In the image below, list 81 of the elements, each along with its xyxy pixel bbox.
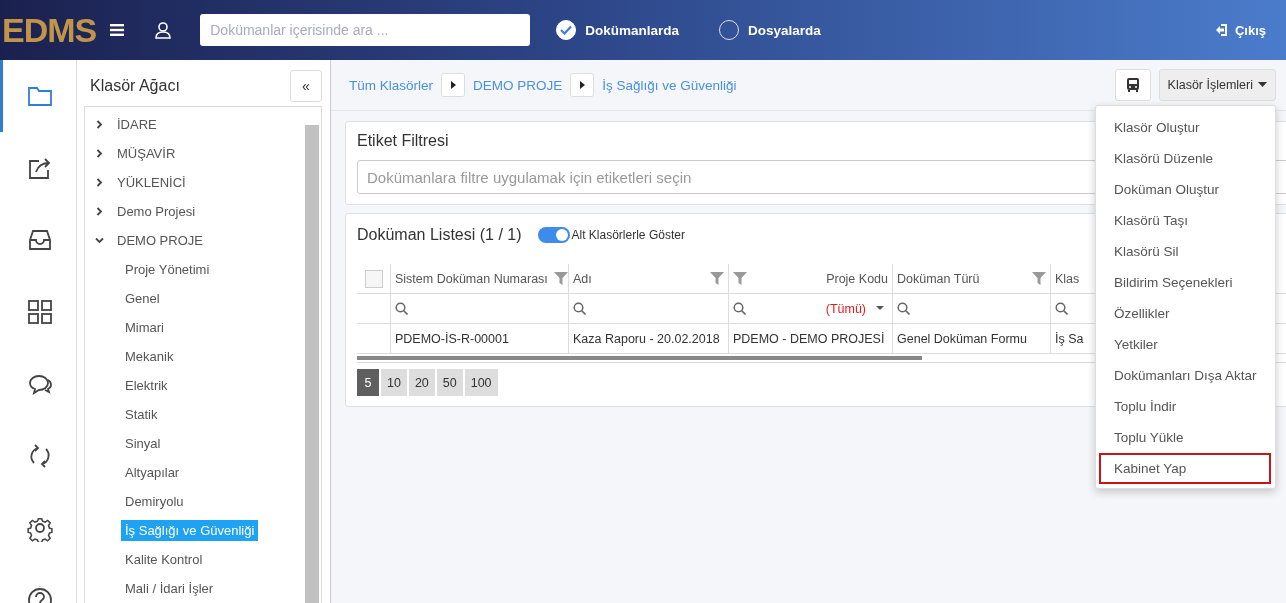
tree-item[interactable]: Proje Yönetimi — [121, 259, 214, 280]
menu-item[interactable]: Kabinet Yap — [1099, 453, 1271, 484]
table-cell: İş Sa — [1055, 331, 1084, 346]
table-cell: Kaza Raporu - 20.02.2018 — [573, 331, 720, 346]
tree-item[interactable]: Mekanik — [121, 346, 178, 367]
filter-value[interactable]: (Tümü) — [825, 301, 866, 316]
page-size-button[interactable]: 10 — [381, 369, 407, 396]
logout-icon — [1215, 24, 1229, 36]
tree-item[interactable]: Statik — [121, 404, 162, 425]
search-icon[interactable] — [573, 302, 586, 315]
chevron-right-icon[interactable] — [95, 178, 104, 187]
chevron-right-icon[interactable] — [95, 120, 104, 129]
tree-item[interactable]: Demiryolu — [121, 491, 188, 512]
caret-down-icon[interactable] — [876, 306, 884, 311]
toggle-switch[interactable] — [537, 227, 570, 243]
menu-item[interactable]: Özellikler — [1099, 298, 1271, 329]
tree-item[interactable]: Sinyal — [121, 433, 165, 454]
caret-right-icon — [441, 73, 466, 97]
column-header[interactable]: Doküman Türü — [897, 271, 1026, 286]
table-cell: Genel Doküman Formu — [897, 331, 1027, 346]
search-field[interactable]: Dokümanlar içerisinde ara ... — [200, 14, 531, 46]
page-size-button[interactable]: 20 — [408, 369, 435, 396]
menu-icon[interactable] — [110, 24, 125, 36]
user-icon[interactable] — [154, 21, 173, 39]
folder-actions-button[interactable]: Klasör İşlemleri — [1158, 69, 1276, 101]
table-cell: PDEMO-İS-R-00001 — [395, 331, 509, 346]
tree-item[interactable]: Kalite Kontrol — [121, 549, 207, 570]
filter-icon[interactable] — [710, 272, 724, 285]
menu-item[interactable]: Toplu Yükle — [1099, 422, 1271, 453]
collapse-button[interactable]: « — [290, 70, 322, 102]
caret-right-icon — [570, 73, 595, 97]
column-header[interactable]: Proje Kodu — [753, 271, 888, 286]
check-icon — [560, 25, 573, 35]
menu-item[interactable]: Toplu İndir — [1099, 391, 1271, 422]
column-header[interactable]: Adı — [573, 271, 704, 286]
page-size-button[interactable]: 50 — [436, 369, 463, 396]
table-cell: PDEMO - DEMO PROJESİ — [733, 331, 885, 346]
logo: EDMS — [2, 9, 97, 51]
page-size-button[interactable]: 100 — [464, 369, 498, 396]
panel-title: Klasör Ağacı — [89, 77, 181, 95]
scrollbar[interactable] — [357, 356, 922, 360]
scrollbar[interactable] — [305, 125, 319, 603]
tree-item[interactable]: Demo Projesi — [113, 201, 200, 222]
tree-item[interactable]: DEMO PROJE — [113, 230, 207, 251]
tree-item[interactable]: YÜKLENİCİ — [113, 172, 190, 193]
card-title: Etiket Filtresi — [357, 132, 450, 150]
tree-item[interactable]: İDARE — [113, 114, 161, 135]
menu-item[interactable]: Klasörü Taşı — [1099, 205, 1271, 236]
grid-icon — [25, 298, 54, 326]
caret-down-icon — [1258, 82, 1267, 88]
chevron-down-icon[interactable] — [95, 236, 104, 245]
filter-icon[interactable] — [553, 272, 568, 285]
menu-item[interactable]: Yetkiler — [1099, 329, 1271, 360]
bus-button[interactable] — [1114, 69, 1151, 101]
filter-icon[interactable] — [733, 272, 747, 285]
search-icon[interactable] — [395, 302, 408, 315]
tree-item[interactable]: Mimari — [121, 317, 168, 338]
tree-item[interactable]: Altyapılar — [121, 462, 184, 483]
toggle-label: Alt Klasörlerle Göster — [571, 228, 685, 242]
menu-item[interactable]: Klasörü Sil — [1099, 236, 1271, 267]
search-icon[interactable] — [897, 302, 910, 315]
tree-item[interactable]: Genel — [121, 288, 164, 309]
menu-item[interactable]: Dokümanları Dışa Aktar — [1099, 360, 1271, 391]
scope-option[interactable]: Dokümanlarda — [556, 20, 679, 40]
chevron-right-icon[interactable] — [95, 149, 104, 158]
filter-icon[interactable] — [1032, 272, 1046, 285]
page-size-button[interactable]: 5 — [357, 369, 379, 396]
menu-item[interactable]: Klasör Oluştur — [1099, 112, 1271, 143]
logout-button[interactable]: Çıkış — [1209, 21, 1272, 39]
checkbox[interactable] — [364, 269, 383, 288]
tree-item[interactable]: MÜŞAVİR — [113, 143, 180, 164]
search-icon[interactable] — [733, 302, 746, 315]
chevron-right-icon[interactable] — [95, 207, 104, 216]
column-header[interactable]: Sistem Doküman Numarası — [395, 271, 548, 286]
tree-item[interactable]: Mali / İdari İşler — [121, 578, 218, 599]
card-title: Doküman Listesi (1 / 1) — [357, 226, 522, 244]
search-icon[interactable] — [1055, 302, 1068, 315]
bus-icon — [1125, 77, 1140, 93]
tree-item[interactable]: Elektrik — [121, 375, 172, 396]
menu-item[interactable]: Bildirim Seçenekleri — [1099, 267, 1271, 298]
scope-option[interactable]: Dosyalarda — [719, 20, 821, 40]
